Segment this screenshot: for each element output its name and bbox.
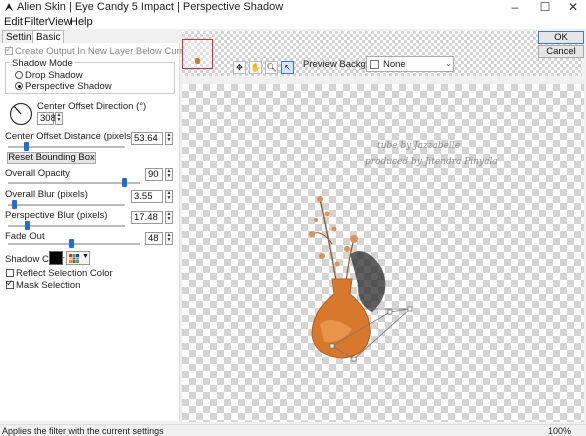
center-offset-distance-input[interactable]: 53.64 (131, 132, 163, 145)
close-icon[interactable]: ✕ (561, 0, 585, 15)
menu-view[interactable]: View (48, 16, 72, 28)
zoom-tool-icon[interactable]: 🔍︎ (265, 61, 278, 74)
watermark-line-1: tube by Jazzabelle (377, 141, 461, 151)
shadow-mode-title: Shadow Mode (10, 58, 75, 69)
zoom-level: 100% (548, 426, 572, 436)
overall-opacity-input[interactable]: 90 (145, 168, 163, 181)
overall-opacity-slider[interactable] (122, 178, 127, 187)
reflect-selection-color-label: Reflect Selection Color (16, 268, 113, 279)
status-bar: Applies the filter with the current sett… (0, 424, 586, 436)
window-title: Alien Skin | Eye Candy 5 Impact | Perspe… (17, 1, 284, 13)
perspective-blur-stepper[interactable]: ▲ ▼ (165, 211, 173, 224)
pointer-tool-icon[interactable]: ↖ (281, 61, 294, 74)
background-swatch (370, 60, 379, 69)
app-logo-icon (5, 3, 13, 11)
fade-out-input[interactable]: 48 (145, 232, 163, 245)
center-offset-distance-label: Center Offset Distance (pixels) (5, 131, 135, 142)
overall-opacity-label: Overall Opacity (5, 168, 70, 179)
drop-shadow-label: Drop Shadow (25, 70, 83, 81)
center-offset-distance-slider[interactable] (24, 142, 29, 151)
fade-out-label: Fade Out (5, 231, 45, 242)
fade-out-slider[interactable] (69, 239, 74, 248)
drop-shadow-radio[interactable] (15, 71, 23, 79)
perspective-shadow-radio[interactable] (15, 82, 23, 90)
center-offset-direction-stepper[interactable]: ▲ ▼ (55, 112, 63, 125)
mask-selection-checkbox[interactable] (6, 278, 14, 289)
mask-selection-label: Mask Selection (16, 280, 81, 291)
preview-background-select[interactable]: None ⌄ (366, 56, 454, 72)
overall-blur-input[interactable]: 3.55 (131, 190, 163, 203)
basic-settings-panel: Create Output In New Layer Below Current… (0, 43, 196, 421)
move-tool-icon[interactable]: ✥ (233, 61, 246, 74)
watermark-line-2: produced by Jitendra Pinyala (365, 157, 498, 167)
center-offset-direction-label: Center Offset Direction (°) (37, 101, 147, 112)
menu-edit[interactable]: Edit (4, 16, 23, 28)
vase-image-with-shadow (309, 196, 413, 362)
menu-bar: Edit Filter View Help (0, 15, 586, 29)
overall-blur-label: Overall Blur (pixels) (5, 189, 88, 200)
overall-blur-slider[interactable] (12, 200, 17, 209)
direction-dial[interactable] (9, 102, 33, 126)
overall-opacity-stepper[interactable]: ▲ ▼ (165, 168, 173, 181)
center-offset-direction-input[interactable]: 308 (37, 112, 56, 125)
settings-tabs: Settings Basic (0, 30, 180, 44)
fade-out-stepper[interactable]: ▲ ▼ (165, 232, 173, 245)
create-output-label: Create Output In New Layer Below Current (15, 46, 197, 57)
perspective-shadow-label: Perspective Shadow (25, 81, 112, 92)
palette-icon (69, 254, 79, 263)
chevron-down-icon: ▼ (82, 253, 89, 260)
perspective-blur-slider[interactable] (25, 221, 30, 230)
title-bar: Alien Skin | Eye Candy 5 Impact | Perspe… (0, 0, 586, 15)
color-picker-button[interactable]: ▼ (66, 251, 90, 265)
menu-help[interactable]: Help (70, 16, 93, 28)
chevron-down-icon: ⌄ (445, 59, 452, 68)
thumbnail-vase (195, 58, 200, 64)
cancel-button[interactable]: Cancel (538, 45, 584, 58)
overall-blur-track[interactable] (8, 204, 125, 206)
overall-opacity-track[interactable] (8, 182, 140, 184)
perspective-blur-input[interactable]: 17.48 (131, 211, 163, 224)
menu-filter[interactable]: Filter (24, 16, 48, 28)
fade-out-track[interactable] (8, 243, 140, 245)
minimize-icon[interactable]: – (503, 0, 527, 15)
center-offset-distance-stepper[interactable]: ▲ ▼ (165, 132, 173, 145)
tab-basic[interactable]: Basic (32, 30, 65, 44)
overall-blur-stepper[interactable]: ▲ ▼ (165, 190, 173, 203)
ok-button[interactable]: OK (538, 31, 584, 44)
reflect-selection-color-checkbox[interactable] (6, 269, 14, 277)
preview-canvas[interactable]: tube by Jazzabelle produced by Jitendra … (182, 84, 584, 422)
hand-tool-icon[interactable]: ✋ (249, 61, 262, 74)
reset-bounding-box-button[interactable]: Reset Bounding Box (7, 152, 96, 164)
preview-background-value: None (383, 59, 406, 70)
status-message: Applies the filter with the current sett… (2, 426, 164, 436)
maximize-icon[interactable]: ☐ (533, 0, 557, 15)
perspective-blur-label: Perspective Blur (pixels) (5, 210, 108, 221)
create-output-checkbox[interactable] (5, 44, 13, 55)
navigator-viewport[interactable] (182, 39, 213, 69)
shadow-color-swatch[interactable] (49, 251, 63, 265)
